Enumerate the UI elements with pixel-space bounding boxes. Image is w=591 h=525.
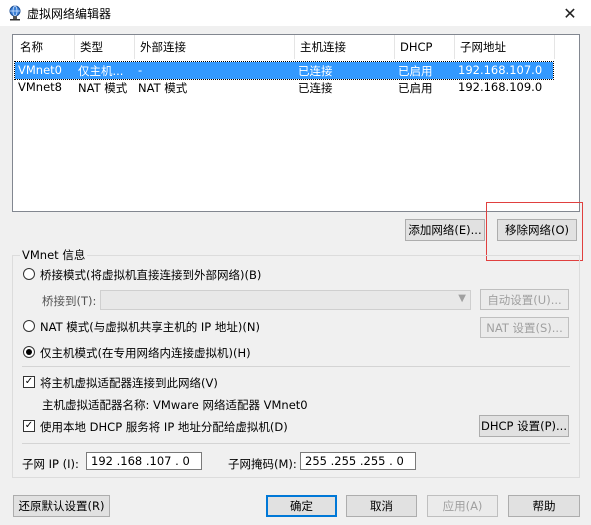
network-list[interactable]: 名称 类型 外部连接 主机连接 DHCP 子网地址 VMnet0 仅主机... …: [12, 34, 580, 212]
subnet-mask-label: 子网掩码(M):: [228, 457, 297, 471]
table-row[interactable]: VMnet0 仅主机... - 已连接 已启用 192.168.107.0: [14, 61, 554, 80]
dhcp-settings-button[interactable]: DHCP 设置(P)...: [479, 415, 569, 437]
add-network-button[interactable]: 添加网络(E)...: [405, 219, 485, 241]
column-header-subnet[interactable]: 子网地址: [455, 35, 555, 59]
use-dhcp-label[interactable]: 使用本地 DHCP 服务将 IP 地址分配给虚拟机(D): [40, 419, 288, 435]
restore-defaults-button[interactable]: 还原默认设置(R): [13, 495, 110, 517]
vmnet-info-label: VMnet 信息: [20, 247, 88, 263]
subnet-mask-input[interactable]: 255 .255 .255 . 0: [300, 452, 416, 470]
use-dhcp-checkbox[interactable]: ✓: [23, 420, 35, 432]
window-title: 虚拟网络编辑器: [27, 7, 112, 21]
divider: [22, 366, 570, 367]
row-dhcp: 已启用: [398, 81, 433, 95]
column-header-external[interactable]: 外部连接: [135, 35, 295, 59]
row-dhcp: 已启用: [398, 64, 433, 78]
column-header-type[interactable]: 类型: [75, 35, 135, 59]
hostonly-mode-radio[interactable]: [23, 346, 35, 358]
title-bar: 虚拟网络编辑器 ✕: [0, 0, 591, 26]
connect-adapter-label[interactable]: 将主机虚拟适配器连接到此网络(V): [40, 375, 218, 391]
bridged-mode-label[interactable]: 桥接模式(将虚拟机直接连接到外部网络)(B): [40, 267, 261, 283]
nat-mode-label[interactable]: NAT 模式(与虚拟机共享主机的 IP 地址)(N): [40, 319, 260, 335]
chevron-down-icon: ▼: [458, 293, 466, 304]
row-name: VMnet0: [18, 63, 62, 77]
hostonly-mode-label[interactable]: 仅主机模式(在专用网络内连接虚拟机)(H): [40, 345, 251, 361]
divider: [22, 443, 570, 444]
row-subnet: 192.168.107.0: [458, 63, 543, 77]
row-type: NAT 模式: [78, 81, 128, 95]
apply-button[interactable]: 应用(A): [427, 495, 498, 517]
row-subnet: 192.168.109.0: [458, 80, 543, 94]
column-header-dhcp[interactable]: DHCP: [395, 35, 455, 59]
row-host: 已连接: [298, 64, 333, 78]
highlight-box: [486, 202, 583, 261]
row-external: -: [138, 63, 143, 77]
row-external: NAT 模式: [138, 81, 188, 95]
table-row[interactable]: VMnet8 NAT 模式 NAT 模式 已连接 已启用 192.168.109…: [15, 79, 553, 96]
subnet-ip-input[interactable]: 192 .168 .107 . 0: [86, 452, 202, 470]
bridged-mode-radio[interactable]: [23, 268, 35, 280]
nat-mode-radio[interactable]: [23, 320, 35, 332]
adapter-name-label: 主机虚拟适配器名称: VMware 网络适配器 VMnet0: [42, 398, 308, 412]
auto-settings-button[interactable]: 自动设置(U)...: [480, 289, 569, 310]
help-button[interactable]: 帮助: [508, 495, 580, 517]
bridged-to-label: 桥接到(T):: [42, 294, 97, 308]
subnet-ip-label: 子网 IP (I):: [22, 457, 79, 471]
connect-adapter-checkbox[interactable]: ✓: [23, 376, 35, 388]
ok-button[interactable]: 确定: [266, 495, 337, 517]
bridged-to-select[interactable]: ▼: [100, 290, 471, 310]
close-button[interactable]: ✕: [549, 0, 591, 26]
nat-settings-button[interactable]: NAT 设置(S)...: [480, 317, 569, 338]
vmware-network-icon: [9, 5, 21, 21]
close-icon: ✕: [563, 3, 577, 23]
column-header-name[interactable]: 名称: [15, 35, 75, 59]
row-host: 已连接: [298, 81, 333, 95]
cancel-button[interactable]: 取消: [346, 495, 417, 517]
row-type: 仅主机...: [78, 64, 124, 78]
row-name: VMnet8: [18, 80, 62, 94]
column-header-host[interactable]: 主机连接: [295, 35, 395, 59]
